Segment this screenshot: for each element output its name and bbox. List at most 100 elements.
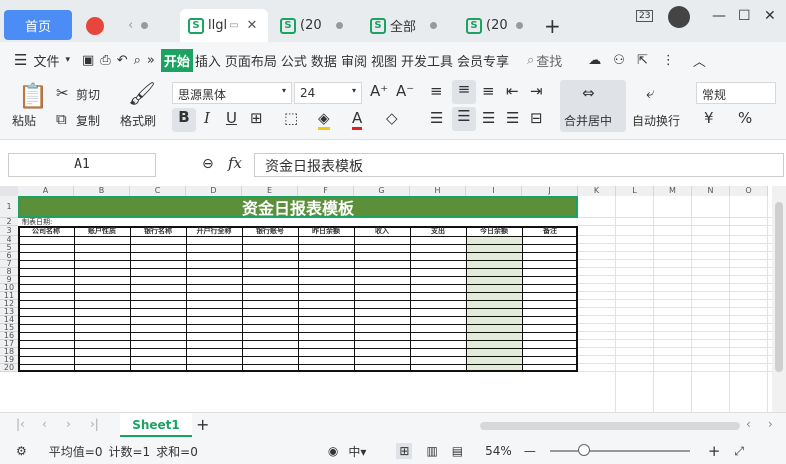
format-painter-icon[interactable]: 🖌 bbox=[128, 82, 156, 107]
save-icon[interactable]: ▣ bbox=[82, 53, 94, 68]
column-header[interactable]: G bbox=[354, 186, 410, 196]
zoom-value[interactable]: 54% bbox=[485, 444, 512, 458]
table-header-cell[interactable]: 备注 bbox=[522, 226, 578, 236]
zoom-out-icon[interactable]: — bbox=[524, 444, 536, 458]
menu-review[interactable]: 审阅 bbox=[341, 51, 367, 70]
name-box[interactable]: A1 bbox=[8, 153, 156, 177]
column-header[interactable]: M bbox=[654, 186, 692, 196]
cloud-icon[interactable]: ☁ bbox=[588, 53, 601, 68]
distribute-icon[interactable]: ⊟ bbox=[530, 109, 543, 127]
wrap-text-button[interactable]: 自动换行 bbox=[632, 112, 680, 129]
tab-doc-2[interactable]: S (20 bbox=[272, 9, 358, 42]
scrollbar-thumb[interactable] bbox=[775, 202, 783, 372]
menu-file[interactable]: 文件 bbox=[33, 51, 59, 70]
percent-button[interactable]: % bbox=[738, 109, 752, 127]
number-format-select[interactable]: 常规 bbox=[696, 82, 776, 104]
align-middle-icon[interactable]: ≡ bbox=[452, 80, 476, 104]
column-header[interactable]: F bbox=[298, 186, 354, 196]
sheet-tab-sheet1[interactable]: Sheet1 bbox=[120, 413, 192, 437]
column-header[interactable]: K bbox=[578, 186, 616, 196]
more-vertical-icon[interactable]: ⋮ bbox=[662, 53, 675, 68]
font-name-select[interactable]: 思源黑体 ▾ bbox=[172, 82, 292, 104]
menu-data[interactable]: 数据 bbox=[311, 51, 337, 70]
table-header-cell[interactable]: 账户性质 bbox=[74, 226, 130, 236]
table-header-cell[interactable]: 支出 bbox=[410, 226, 466, 236]
bold-icon[interactable]: B bbox=[172, 108, 196, 132]
window-badge[interactable]: 23 bbox=[636, 10, 654, 22]
table-header-cell[interactable]: 银行账号 bbox=[242, 226, 298, 236]
menu-insert[interactable]: 插入 bbox=[195, 51, 221, 70]
zoom-slider[interactable] bbox=[549, 444, 690, 456]
menu-view[interactable]: 视图 bbox=[371, 51, 397, 70]
date-label[interactable]: 制表日期: bbox=[22, 218, 52, 226]
menu-search[interactable]: 查找 bbox=[536, 51, 562, 70]
column-header[interactable]: A bbox=[18, 186, 74, 196]
zoom-formula-icon[interactable]: ⊖ bbox=[202, 156, 214, 172]
close-window-icon[interactable]: ✕ bbox=[764, 8, 776, 24]
row-header[interactable]: 1 bbox=[0, 196, 18, 218]
macro-icon[interactable]: ⚙ bbox=[16, 444, 27, 458]
column-header[interactable]: N bbox=[692, 186, 730, 196]
table-header-cell[interactable]: 今日余额 bbox=[466, 226, 522, 236]
scroll-right-icon[interactable]: › bbox=[768, 417, 773, 431]
select-all-corner[interactable] bbox=[0, 186, 18, 196]
table-header-cell[interactable]: 公司名称 bbox=[18, 226, 74, 236]
maximize-icon[interactable]: ☐ bbox=[738, 8, 751, 24]
currency-button[interactable]: ¥ bbox=[704, 109, 714, 127]
menu-member[interactable]: 会员专享 bbox=[457, 51, 509, 70]
hamburger-icon[interactable]: ☰ bbox=[14, 51, 27, 69]
copy-button[interactable]: 复制 bbox=[76, 112, 100, 129]
input-method-icon[interactable]: 中▾ bbox=[348, 443, 366, 460]
collapse-ribbon-icon[interactable]: ︿ bbox=[693, 51, 706, 70]
column-header[interactable]: C bbox=[130, 186, 186, 196]
menu-start[interactable]: 开始 bbox=[160, 48, 193, 72]
page-break-view-icon[interactable]: ▤ bbox=[452, 444, 463, 458]
minimize-icon[interactable]: — bbox=[712, 8, 726, 24]
undo-icon[interactable]: ↶ bbox=[117, 53, 128, 68]
increase-font-icon[interactable]: A⁺ bbox=[370, 82, 388, 100]
zoom-slider-handle[interactable] bbox=[577, 444, 590, 456]
paste-button[interactable]: 粘贴 bbox=[12, 112, 36, 129]
menu-page-layout[interactable]: 页面布局 bbox=[225, 51, 277, 70]
more-icon[interactable]: » bbox=[147, 53, 155, 68]
scissors-icon[interactable]: ✂ bbox=[56, 84, 69, 102]
table-header-cell[interactable]: 开户行全称 bbox=[186, 226, 242, 236]
tab-doc-3[interactable]: S 全部 bbox=[362, 9, 452, 42]
column-header[interactable]: O bbox=[730, 186, 768, 196]
first-sheet-icon[interactable]: |‹ bbox=[16, 417, 25, 431]
column-header[interactable]: E bbox=[242, 186, 298, 196]
underline-icon[interactable]: U bbox=[226, 109, 237, 127]
justify-icon[interactable]: ☰ bbox=[506, 109, 519, 127]
preview-icon[interactable]: ⌕ bbox=[134, 53, 141, 68]
vertical-scrollbar[interactable] bbox=[772, 186, 786, 412]
next-sheet-icon[interactable]: › bbox=[66, 417, 71, 431]
page-layout-view-icon[interactable]: ▥ bbox=[426, 444, 437, 458]
eye-icon[interactable]: ◉ bbox=[328, 444, 338, 458]
fill-pattern-icon[interactable]: ⬚ bbox=[284, 109, 298, 127]
normal-view-icon[interactable]: ⊞ bbox=[396, 443, 413, 459]
tab-llgl[interactable]: S llgl ▭ ✕ bbox=[180, 9, 268, 42]
add-sheet-icon[interactable]: + bbox=[196, 415, 209, 434]
font-color-icon[interactable]: A bbox=[352, 109, 363, 130]
align-left-icon[interactable]: ☰ bbox=[430, 109, 443, 127]
prev-sheet-icon[interactable]: ‹ bbox=[42, 417, 47, 431]
close-icon[interactable]: ✕ bbox=[247, 18, 258, 33]
copy-icon[interactable]: ⧉ bbox=[56, 110, 67, 128]
row-header[interactable]: 20 bbox=[0, 364, 18, 372]
cut-button[interactable]: 剪切 bbox=[76, 86, 100, 103]
align-right-icon[interactable]: ☰ bbox=[482, 109, 495, 127]
column-header[interactable]: D bbox=[186, 186, 242, 196]
horizontal-scrollbar[interactable] bbox=[480, 422, 740, 430]
column-header[interactable]: L bbox=[616, 186, 654, 196]
format-painter-button[interactable]: 格式刷 bbox=[120, 112, 156, 129]
paste-icon[interactable]: 📋 bbox=[18, 82, 48, 110]
spreadsheet-grid[interactable]: A B C D E F G H I J K L M N O 1 2 3 4 5 6 7 8 9 10 11 12 13 14 15 16 17… bbox=[0, 186, 786, 412]
align-center-icon[interactable]: ☰ bbox=[452, 107, 476, 131]
fill-color-icon[interactable]: ◈ bbox=[318, 109, 330, 130]
wrap-text-icon[interactable]: ⤶ bbox=[646, 84, 654, 102]
table-header-cell[interactable]: 银行名称 bbox=[130, 226, 186, 236]
align-bottom-icon[interactable]: ≡ bbox=[482, 82, 495, 100]
font-size-select[interactable]: 24 ▾ bbox=[294, 82, 362, 104]
user-add-icon[interactable]: ⚇ bbox=[613, 53, 625, 68]
share-icon[interactable]: ⇱ bbox=[637, 53, 648, 68]
